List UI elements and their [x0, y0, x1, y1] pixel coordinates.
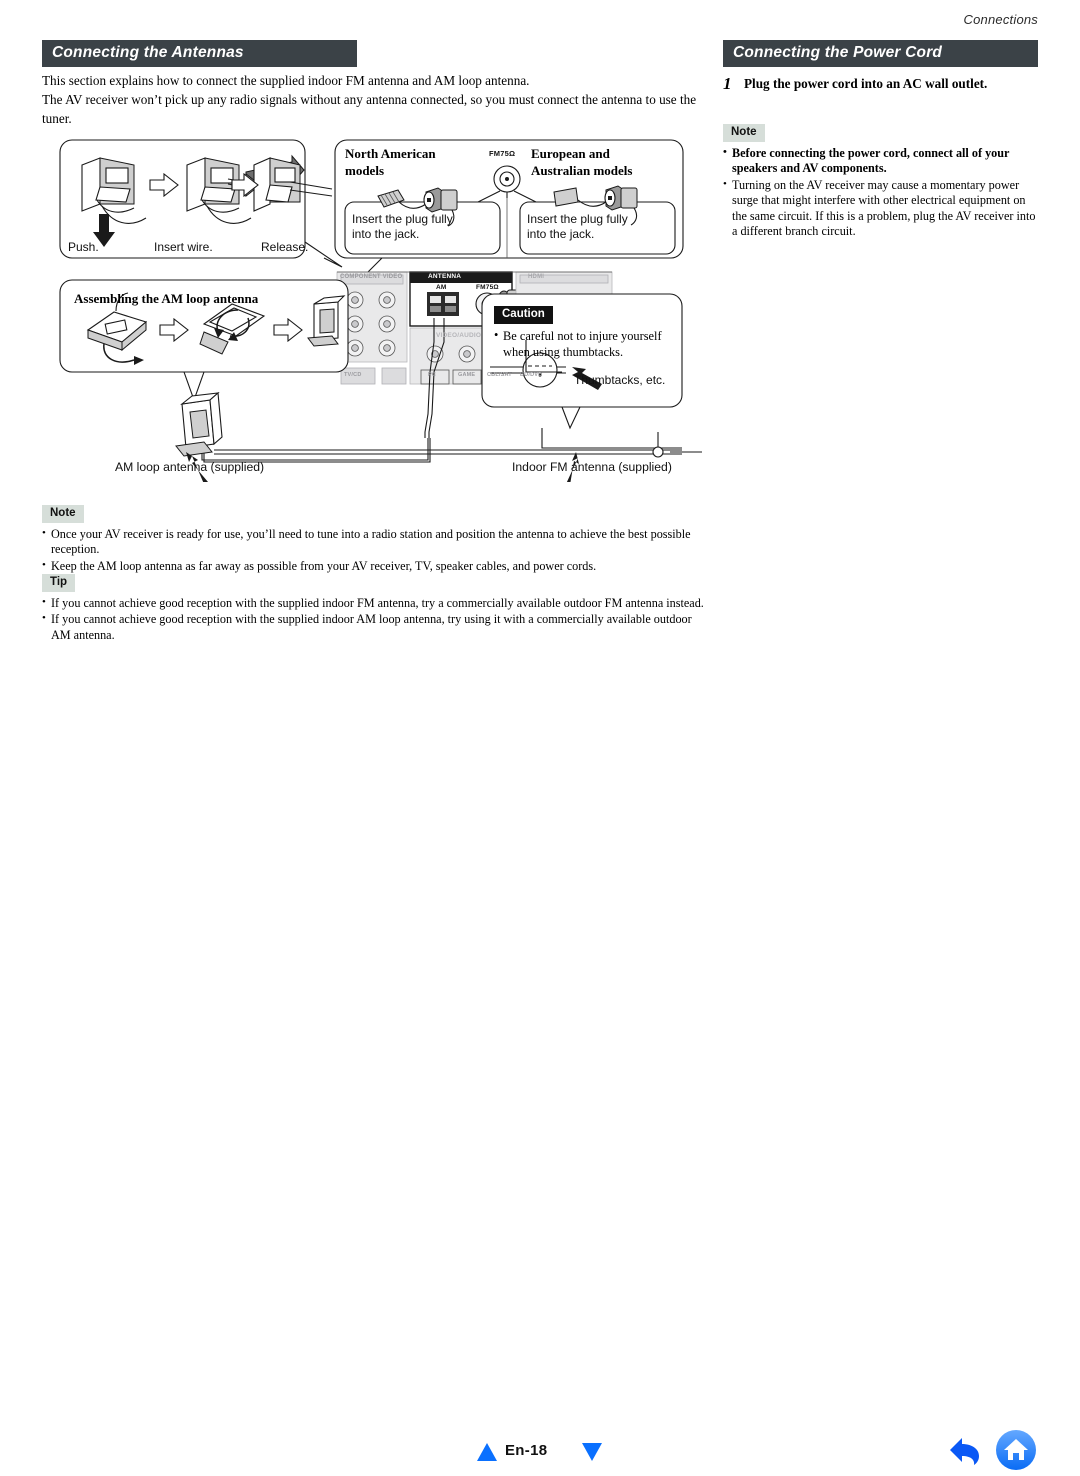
- eu-title-line-2: Australian models: [531, 163, 633, 178]
- jack-name-1: PC: [428, 372, 437, 378]
- jack-name-0: TV/CD: [344, 372, 362, 378]
- step-number: 1: [723, 74, 732, 93]
- caution-text: • Be careful not to injure yourself when …: [494, 328, 674, 360]
- note-list: Once your AV receiver is ready for use, …: [42, 526, 704, 574]
- note-item-power: Turning on the AV receiver may cause a m…: [723, 177, 1043, 240]
- back-arrow-icon: [950, 1438, 979, 1465]
- fm-antenna-supplied: [566, 432, 702, 482]
- fm75-jack-label: FM75Ω: [489, 149, 516, 158]
- component-video-label: COMPONENT VIDEO: [340, 274, 403, 280]
- intro-paragraph-1: This section explains how to connect the…: [42, 73, 530, 88]
- caution-line-2: when using thumbtacks.: [503, 345, 624, 359]
- eu-instruction-line-1: Insert the plug fully: [527, 212, 628, 226]
- section-heading-power-cord: Connecting the Power Cord: [723, 40, 1038, 67]
- previous-page-button[interactable]: [476, 1442, 498, 1467]
- tip-item: If you cannot achieve good reception wit…: [42, 611, 704, 643]
- triangle-down-icon: [582, 1443, 602, 1461]
- step-text: Plug the power cord into an AC wall outl…: [744, 76, 988, 91]
- running-head: Connections: [963, 12, 1038, 27]
- antenna-connection-diagram: .ln { fill:none; stroke:#1a1a1a; stroke-…: [42, 132, 707, 482]
- video-audio-label: VIDEO/AUDIO: [436, 332, 482, 339]
- fm-terminal-label: FM75Ω: [476, 284, 499, 291]
- insert-wire-step-label: Insert wire.: [154, 240, 213, 254]
- back-button[interactable]: [948, 1434, 982, 1471]
- hdmi-label: HDMI: [528, 274, 545, 280]
- power-cord-step: 1 Plug the power cord into an AC wall ou…: [723, 74, 1043, 93]
- caution-line-1: Be careful not to injure yourself: [503, 329, 662, 343]
- north-american-models-title: North American models: [345, 145, 436, 179]
- note-item-power: Before connecting the power cord, connec…: [723, 145, 1043, 177]
- diagram-svg: .ln { fill:none; stroke:#1a1a1a; stroke-…: [59, 139, 702, 482]
- home-icon: [996, 1430, 1036, 1470]
- note-block-antennas: Note Once your AV receiver is ready for …: [42, 503, 704, 575]
- note-badge-power: Note: [723, 124, 765, 142]
- fm-antenna-caption: Indoor FM antenna (supplied): [512, 460, 672, 474]
- jack-name-3: CBL/SAT: [487, 372, 512, 378]
- note-block-power-cord: Note Before connecting the power cord, c…: [723, 122, 1043, 240]
- jack-name-4: BD/DVD: [520, 372, 543, 378]
- tip-list: If you cannot achieve good reception wit…: [42, 595, 704, 643]
- release-step-label: Release.: [261, 240, 309, 254]
- tip-block-antennas: Tip If you cannot achieve good reception…: [42, 572, 704, 644]
- manual-page: Connections Connecting the Antennas This…: [0, 0, 1080, 1470]
- european-models-title: European and Australian models: [531, 145, 632, 179]
- intro-paragraph-2: The AV receiver won’t pick up any radio …: [42, 92, 697, 126]
- caution-badge-wrap: Caution: [494, 304, 553, 324]
- note-item: Once your AV receiver is ready for use, …: [42, 526, 704, 558]
- tip-badge: Tip: [42, 574, 76, 592]
- am-assembly-title: Assembling the AM loop antenna: [74, 291, 259, 306]
- antenna-block-label: ANTENNA: [428, 273, 462, 280]
- section-heading-antennas: Connecting the Antennas: [42, 40, 357, 67]
- na-title-line-2: models: [345, 163, 384, 178]
- next-page-button[interactable]: [581, 1442, 603, 1467]
- eu-title-line-1: European and: [531, 146, 610, 161]
- na-instruction-text: Insert the plug fully into the jack.: [352, 212, 453, 242]
- na-instruction-line-2: into the jack.: [352, 227, 420, 241]
- page-footer: En-18: [0, 716, 1080, 1470]
- caution-badge: Caution: [494, 306, 553, 324]
- thumbtacks-callout: Thumbtacks, etc.: [574, 373, 666, 387]
- page-number-label: En-18: [505, 1442, 548, 1459]
- note-list-power: Before connecting the power cord, connec…: [723, 145, 1043, 240]
- eu-instruction-line-2: into the jack.: [527, 227, 595, 241]
- na-instruction-line-1: Insert the plug fully: [352, 212, 453, 226]
- push-step-label: Push.: [68, 240, 99, 254]
- am-terminal-label: AM: [436, 284, 447, 291]
- triangle-up-icon: [477, 1443, 497, 1461]
- jack-name-2: GAME: [458, 372, 476, 378]
- na-title-line-1: North American: [345, 146, 436, 161]
- home-button[interactable]: [995, 1429, 1037, 1476]
- am-antenna-caption: AM loop antenna (supplied): [115, 460, 265, 474]
- tip-item: If you cannot achieve good reception wit…: [42, 595, 704, 611]
- note-badge: Note: [42, 505, 84, 523]
- eu-instruction-text: Insert the plug fully into the jack.: [527, 212, 628, 242]
- caution-bullet-1: • Be careful not to injure yourself: [494, 328, 662, 343]
